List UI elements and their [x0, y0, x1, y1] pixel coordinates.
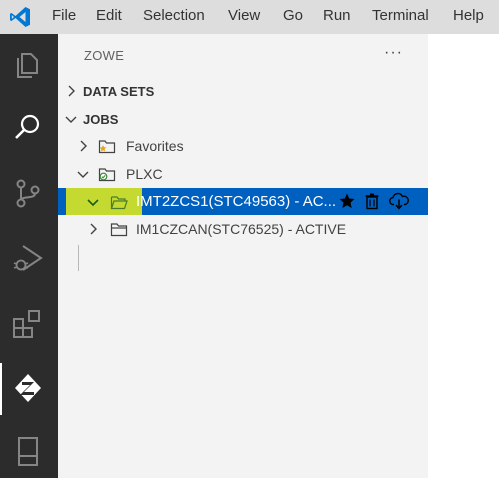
tree-item-label: PLXC [126, 166, 163, 182]
search-icon[interactable] [11, 110, 45, 144]
active-indicator [0, 363, 2, 415]
section-data-sets[interactable]: DATA SETS [58, 78, 428, 104]
menu-selection[interactable]: Selection [143, 7, 205, 25]
more-actions-button[interactable]: ··· [384, 44, 403, 62]
cloud-download-icon[interactable] [388, 192, 410, 210]
source-control-icon[interactable] [11, 176, 45, 210]
run-debug-icon[interactable] [11, 241, 45, 275]
activity-bar [0, 34, 58, 478]
folder-icon [110, 223, 128, 237]
section-jobs[interactable]: JOBS [58, 106, 428, 132]
zowe-sidebar: ZOWE ··· DATA SETS JOBS Favorites PLXC I… [58, 34, 428, 478]
explorer-icon[interactable] [11, 48, 45, 82]
chevron-down-icon [77, 171, 89, 178]
favorites-folder-icon [98, 140, 116, 154]
menu-help[interactable]: Help [453, 7, 484, 25]
editor-area [428, 34, 499, 478]
menu-run[interactable]: Run [323, 7, 351, 25]
menu-go[interactable]: Go [283, 7, 303, 25]
indent-guide [78, 245, 79, 271]
star-icon[interactable] [338, 192, 356, 210]
menu-terminal[interactable]: Terminal [372, 7, 429, 25]
section-label: DATA SETS [83, 84, 155, 99]
tree-item-label: IMT2ZCS1(STC49563) - AC... [136, 193, 337, 210]
tree-item-profile-plxc[interactable]: PLXC [58, 161, 428, 187]
chevron-right-icon [68, 85, 75, 97]
tree-item-label: IM1CZCAN(STC76525) - ACTIVE [136, 221, 347, 237]
tree-item-job-selected[interactable]: IMT2ZCS1(STC49563) - AC... [58, 188, 428, 215]
section-label: JOBS [83, 112, 119, 127]
extensions-icon[interactable] [11, 307, 45, 341]
menu-bar: File Edit Selection View Go Run Terminal… [0, 0, 499, 34]
connected-folder-icon [98, 168, 116, 182]
chevron-down-icon [65, 116, 77, 123]
chevron-down-icon [87, 199, 99, 207]
yellow-highlight [66, 188, 142, 215]
vscode-logo-icon [10, 7, 30, 27]
menu-edit[interactable]: Edit [96, 7, 122, 25]
tree-item-job[interactable]: IM1CZCAN(STC76525) - ACTIVE [58, 216, 428, 242]
chevron-right-icon [80, 140, 87, 152]
tree-item-label: Favorites [126, 138, 184, 154]
chevron-right-icon [90, 223, 97, 235]
folder-open-icon [110, 196, 128, 210]
menu-view[interactable]: View [228, 7, 260, 25]
tree-item-favorites[interactable]: Favorites [58, 133, 428, 159]
remote-icon[interactable] [11, 434, 45, 468]
zowe-icon[interactable] [11, 371, 45, 405]
menu-file[interactable]: File [52, 7, 76, 25]
view-title: ZOWE [84, 48, 125, 63]
trash-icon[interactable] [363, 192, 381, 210]
